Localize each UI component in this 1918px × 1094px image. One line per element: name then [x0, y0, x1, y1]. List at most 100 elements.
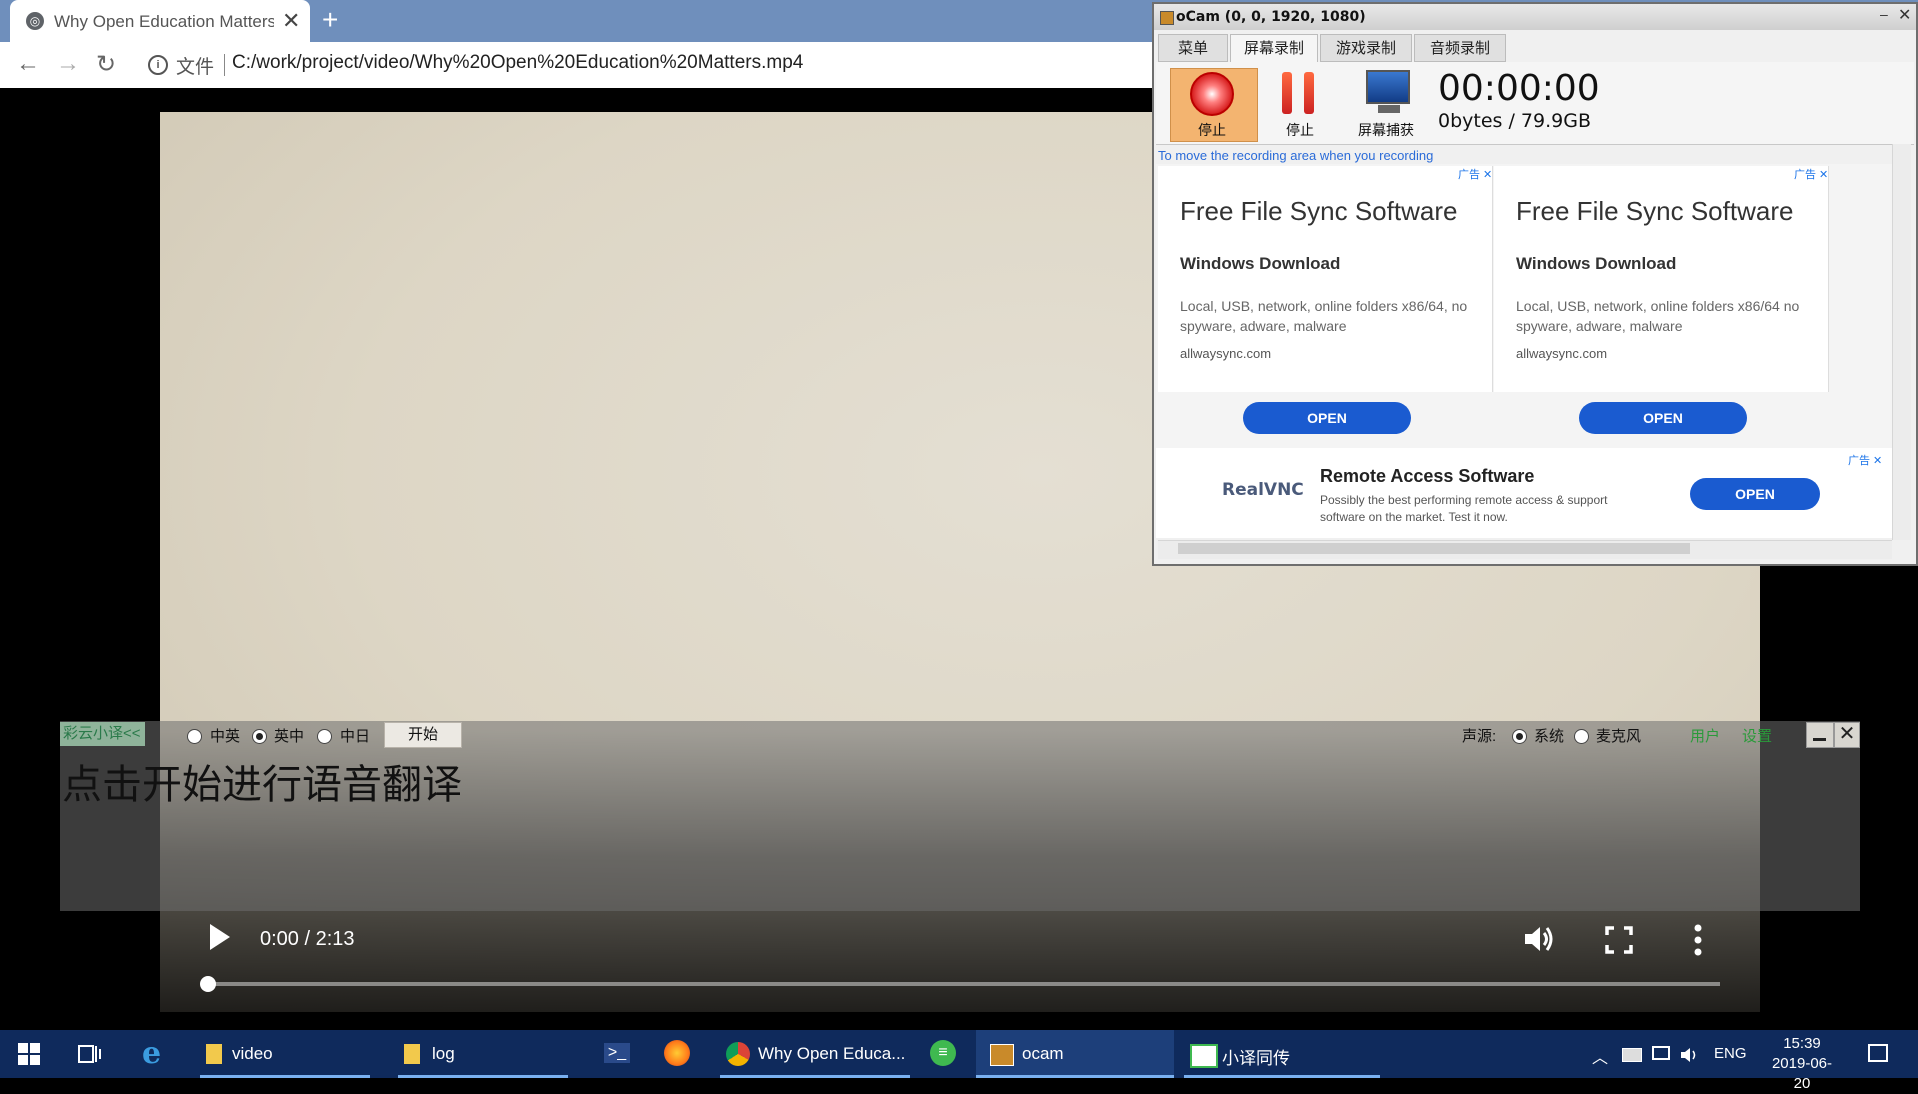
- ocam-close-icon[interactable]: ✕: [1898, 5, 1911, 25]
- play-icon[interactable]: [210, 924, 230, 950]
- chrome-icon: [726, 1042, 750, 1066]
- back-button[interactable]: ←: [16, 50, 40, 78]
- storage-usage: 0bytes / 79.9GB: [1438, 110, 1591, 132]
- option-label: 中日: [340, 728, 371, 745]
- ad-open-button[interactable]: OPEN: [1579, 402, 1747, 434]
- speaker-icon[interactable]: [1680, 1046, 1700, 1064]
- ocam-taskbar-icon: [990, 1044, 1014, 1066]
- ad-title[interactable]: Remote Access Software: [1320, 466, 1534, 487]
- tool-label: 屏幕捕获: [1358, 123, 1414, 139]
- progress-bar[interactable]: [206, 982, 1720, 986]
- sound-option-label: 麦克风: [1596, 728, 1642, 745]
- translator-logo[interactable]: 彩云小译<<: [60, 722, 145, 746]
- translator-overlay: [60, 721, 1860, 911]
- file-scheme-label: 文件: [176, 57, 215, 78]
- radio-microphone[interactable]: [1574, 729, 1589, 744]
- url-separator: [224, 54, 225, 76]
- ad-description: Local, USB, network, online folders x86/…: [1180, 298, 1468, 334]
- battery-icon[interactable]: [1622, 1048, 1642, 1062]
- clock-date: 2019-06-20: [1771, 1055, 1833, 1092]
- tab-title: Why Open Education Matters: [54, 12, 274, 31]
- app-icon[interactable]: ≡: [930, 1040, 956, 1066]
- ad-badge[interactable]: 广告 ✕: [1848, 452, 1882, 468]
- more-options-icon[interactable]: [1694, 924, 1702, 956]
- taskbar-label[interactable]: 小译同传: [1222, 1044, 1290, 1069]
- ad-title[interactable]: Free File Sync Software: [1180, 196, 1457, 227]
- record-timer: 00:00:00: [1438, 68, 1600, 109]
- ad-title[interactable]: Free File Sync Software: [1516, 196, 1793, 227]
- user-link[interactable]: 用户: [1690, 725, 1720, 746]
- settings-link[interactable]: 设置: [1742, 725, 1772, 746]
- sound-option-label: 系统: [1534, 728, 1565, 745]
- option-label: 英中: [274, 728, 305, 745]
- clock-time: 15:39: [1783, 1035, 1821, 1052]
- tab-close-icon[interactable]: ✕: [282, 8, 300, 34]
- monitor-stand: [1378, 105, 1400, 113]
- ad-open-button[interactable]: OPEN: [1690, 478, 1820, 510]
- folder-icon: [206, 1044, 222, 1064]
- taskbar-label[interactable]: ocam: [1022, 1044, 1064, 1064]
- ad-domain: allwaysync.com: [1516, 346, 1608, 361]
- pause-icon[interactable]: [1304, 72, 1314, 114]
- screen-capture-icon[interactable]: [1366, 70, 1410, 104]
- radio-zh-en[interactable]: [187, 729, 202, 744]
- browser-tab[interactable]: ◎ Why Open Education Matters ✕: [10, 0, 310, 42]
- vertical-scrollbar[interactable]: [1892, 144, 1911, 540]
- new-tab-button[interactable]: +: [322, 4, 338, 36]
- reload-button[interactable]: ↻: [96, 50, 116, 79]
- ad-description: Possibly the best performing remote acce…: [1320, 493, 1608, 524]
- globe-icon: ◎: [26, 12, 44, 30]
- radio-zh-ja[interactable]: [317, 729, 332, 744]
- tab-menu[interactable]: 菜单: [1158, 34, 1228, 62]
- url-input[interactable]: C:/work/project/video/Why%20Open%20Educa…: [232, 52, 803, 74]
- taskbar-label[interactable]: log: [432, 1044, 455, 1064]
- tool-label: 停止: [1198, 123, 1226, 139]
- tab-game-record[interactable]: 游戏录制: [1320, 34, 1412, 62]
- translation-prompt: 点击开始进行语音翻译: [62, 762, 462, 808]
- record-icon: [1190, 72, 1234, 116]
- taskbar-label[interactable]: Why Open Educa...: [758, 1044, 905, 1064]
- tab-screen-record[interactable]: 屏幕录制: [1230, 34, 1318, 62]
- ad-subtitle: Windows Download: [1180, 254, 1341, 273]
- task-view-icon[interactable]: [78, 1043, 102, 1065]
- option-label: 中英: [210, 728, 241, 745]
- fullscreen-icon[interactable]: [1605, 926, 1633, 954]
- windows-start-icon[interactable]: [18, 1043, 40, 1065]
- taskbar-label[interactable]: video: [232, 1044, 273, 1064]
- tool-label: 停止: [1286, 123, 1314, 139]
- recording-hint: To move the recording area when you reco…: [1158, 148, 1434, 163]
- language-indicator[interactable]: ENG: [1714, 1045, 1747, 1062]
- ad-subtitle: Windows Download: [1516, 254, 1677, 273]
- powershell-icon[interactable]: >_: [604, 1043, 630, 1063]
- radio-system[interactable]: [1512, 729, 1527, 744]
- forward-button[interactable]: →: [56, 50, 80, 78]
- ocam-title: oCam (0, 0, 1920, 1080): [1176, 9, 1366, 25]
- radio-en-zh[interactable]: [252, 729, 267, 744]
- folder-icon: [404, 1044, 420, 1064]
- edge-icon[interactable]: e: [142, 1036, 161, 1071]
- ocam-minimize-icon[interactable]: –: [1880, 6, 1888, 22]
- minimize-button[interactable]: [1806, 722, 1834, 748]
- ad-badge[interactable]: 广告 ✕: [1458, 166, 1492, 182]
- ocam-app-icon: [1160, 11, 1174, 25]
- time-display: 0:00 / 2:13: [260, 928, 355, 950]
- progress-knob[interactable]: [200, 976, 216, 992]
- tab-audio-record[interactable]: 音频录制: [1414, 34, 1506, 62]
- ad-open-button[interactable]: OPEN: [1243, 402, 1411, 434]
- sound-source-label: 声源:: [1462, 728, 1497, 745]
- firefox-icon[interactable]: [664, 1040, 690, 1066]
- pause-icon[interactable]: [1282, 72, 1292, 114]
- network-icon[interactable]: [1652, 1046, 1670, 1060]
- clock[interactable]: 15:39 2019-06-20: [1764, 1034, 1840, 1094]
- ad-domain: allwaysync.com: [1180, 346, 1272, 361]
- ad-badge[interactable]: 广告 ✕: [1794, 166, 1828, 182]
- chevron-up-icon[interactable]: ︿: [1592, 1044, 1608, 1068]
- info-icon[interactable]: i: [148, 55, 168, 75]
- ad-description: Local, USB, network, online folders x86/…: [1516, 298, 1800, 334]
- translator-close-button[interactable]: ✕: [1834, 722, 1860, 748]
- notification-icon[interactable]: [1868, 1044, 1888, 1062]
- volume-icon[interactable]: [1522, 922, 1556, 956]
- start-button[interactable]: 开始: [384, 722, 462, 748]
- scroll-thumb[interactable]: [1178, 543, 1690, 554]
- translator-taskbar-icon: [1190, 1044, 1218, 1068]
